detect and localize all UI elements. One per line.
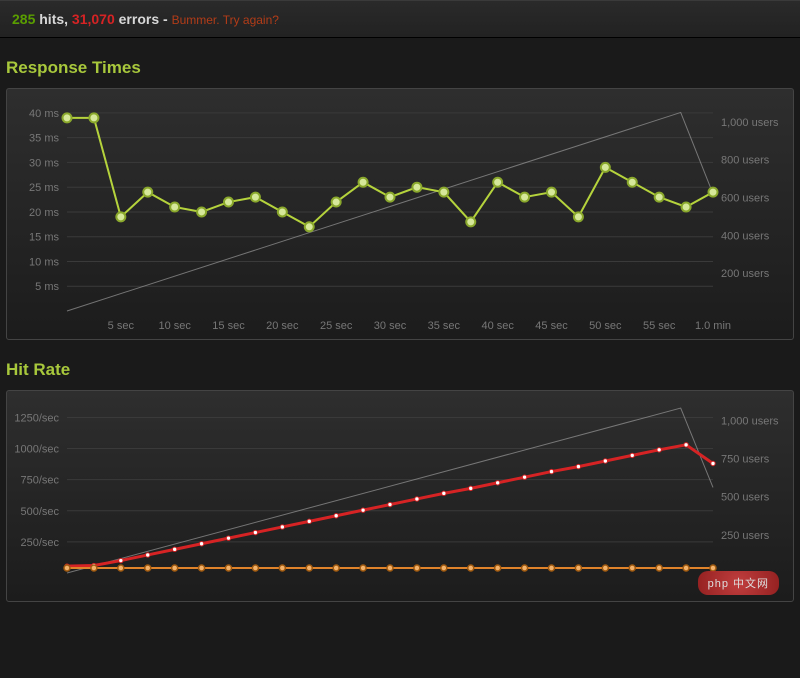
svg-text:250/sec: 250/sec [20,537,59,549]
svg-text:35 sec: 35 sec [428,320,461,332]
svg-text:25 ms: 25 ms [29,182,59,194]
svg-text:1250/sec: 1250/sec [14,412,59,424]
hit-rate-title: Hit Rate [0,340,800,390]
svg-text:35 ms: 35 ms [29,133,59,145]
svg-text:800 users: 800 users [721,155,770,167]
hits-count: 285 [12,11,35,27]
svg-text:10 sec: 10 sec [158,320,191,332]
svg-text:400 users: 400 users [721,230,770,242]
hits-label: hits, [35,11,72,27]
svg-text:5 sec: 5 sec [108,320,135,332]
summary-bar: 285 hits, 31,070 errors - Bummer. Try ag… [0,0,800,38]
svg-text:250 users: 250 users [721,530,770,542]
svg-text:600 users: 600 users [721,193,770,205]
svg-text:750 users: 750 users [721,453,770,465]
svg-text:40 sec: 40 sec [481,320,514,332]
errors-count: 31,070 [72,11,115,27]
svg-text:1.0 min: 1.0 min [695,320,731,332]
svg-text:1,000 users: 1,000 users [721,415,779,427]
svg-text:50 sec: 50 sec [589,320,622,332]
svg-text:1,000 users: 1,000 users [721,117,779,129]
php-watermark: php 中文网 [698,571,779,595]
svg-text:25 sec: 25 sec [320,320,353,332]
try-again-link[interactable]: Bummer. Try again? [172,13,279,27]
svg-text:45 sec: 45 sec [535,320,568,332]
errors-label: errors - [115,11,172,27]
svg-text:5 ms: 5 ms [35,281,59,293]
hit-rate-chart: 1250/sec 1000/sec 750/sec 500/sec 250/sec 1,0… [6,390,794,602]
svg-text:30 ms: 30 ms [29,157,59,169]
svg-text:55 sec: 55 sec [643,320,676,332]
svg-text:40 ms: 40 ms [29,108,59,120]
response-times-title: Response Times [0,38,800,88]
svg-text:30 sec: 30 sec [374,320,407,332]
svg-text:500 users: 500 users [721,492,770,504]
svg-text:15 sec: 15 sec [212,320,245,332]
svg-text:1000/sec: 1000/sec [14,444,59,456]
svg-text:15 ms: 15 ms [29,232,59,244]
svg-text:500/sec: 500/sec [20,506,59,518]
svg-text:750/sec: 750/sec [20,475,59,487]
svg-text:200 users: 200 users [721,268,770,280]
svg-text:20 sec: 20 sec [266,320,299,332]
response-times-chart: 40 ms 35 ms 30 ms 25 ms 20 ms 15 ms 10 ms 5 ms 1… [6,88,794,340]
svg-text:20 ms: 20 ms [29,207,59,219]
svg-text:10 ms: 10 ms [29,256,59,268]
